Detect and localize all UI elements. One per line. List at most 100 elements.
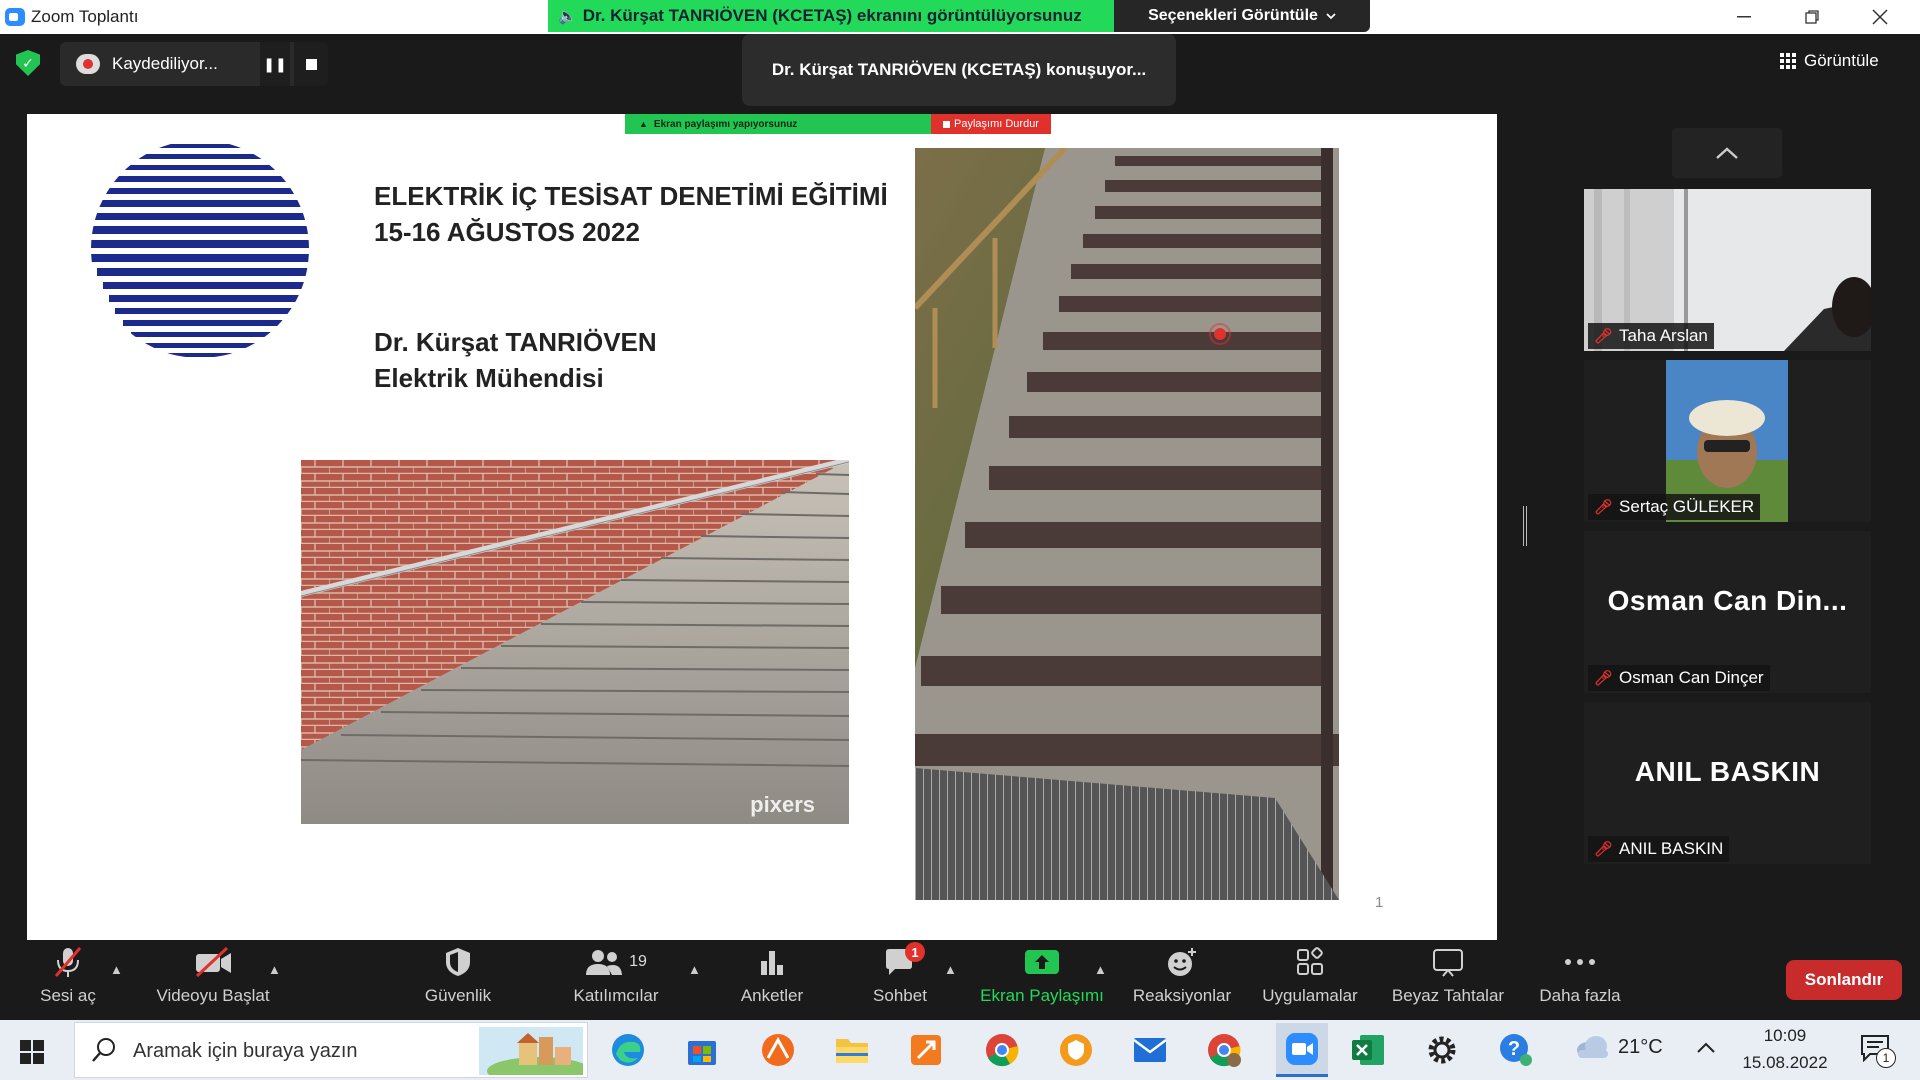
more-label: Daha fazla — [1539, 986, 1621, 1005]
search-highlight-illustration — [479, 1027, 583, 1075]
start-button[interactable] — [20, 1040, 44, 1064]
shared-screen: ▲ Ekran paylaşımı yapıyorsunuz Paylaşımı… — [27, 114, 1497, 940]
company-logo — [91, 144, 309, 357]
share-screen-icon — [1025, 950, 1059, 974]
author-name: Dr. Kürşat TANRIÖVEN — [374, 327, 657, 357]
minimize-icon — [1737, 16, 1751, 18]
author-title: Elektrik Mühendisi — [374, 363, 604, 393]
sharing-status-label: Ekran paylaşımı yapıyorsunuz — [653, 118, 798, 130]
security-button[interactable]: Güvenlik — [410, 940, 506, 1020]
chrome-profile-icon[interactable] — [1202, 1030, 1246, 1070]
viewing-share-banner: 🔈 Dr. Kürşat TANRIÖVEN (KCETAŞ) ekranını… — [548, 0, 1114, 32]
clock-date[interactable]: 15.08.2022 — [1740, 1053, 1830, 1073]
reactions-button[interactable]: Reaksiyonlar — [1126, 940, 1238, 1020]
participants-button[interactable]: 19 Katılımcılar — [566, 940, 666, 1020]
splitter-handle[interactable] — [1523, 506, 1527, 546]
tray-expand-icon[interactable] — [1696, 1040, 1716, 1059]
sharing-status: ▲ Ekran paylaşımı yapıyorsunuz — [625, 114, 931, 134]
chrome-icon[interactable] — [980, 1030, 1024, 1070]
mail-icon[interactable] — [1128, 1030, 1172, 1070]
file-explorer-icon[interactable] — [830, 1030, 874, 1070]
slide-page-number: 1 — [1375, 894, 1384, 911]
view-layout-button[interactable]: Görüntüle — [1780, 46, 1906, 76]
participant-name: ANIL BASKIN — [1619, 839, 1724, 858]
reactions-icon — [1168, 948, 1196, 976]
muted-mic-icon: 🎤︎ — [1594, 670, 1614, 687]
polls-icon — [761, 951, 783, 975]
participants-icon — [586, 950, 623, 975]
apps-button[interactable]: Uygulamalar — [1256, 940, 1364, 1020]
participant-tile[interactable]: 🎤︎ Taha Arslan — [1584, 189, 1871, 351]
chat-unread-badge: 1 — [905, 942, 925, 962]
muted-mic-icon: 🎤︎ — [1594, 499, 1614, 516]
stairs-photo-outdoor — [915, 148, 1339, 900]
muted-mic-icon: 🎤︎ — [1594, 841, 1614, 858]
close-button[interactable] — [1846, 0, 1914, 34]
orange-app-icon[interactable] — [756, 1030, 800, 1070]
more-dots-icon — [1565, 959, 1595, 965]
chevron-down-icon — [1326, 7, 1336, 25]
stop-recording-button[interactable] — [294, 42, 328, 86]
shield-icon — [446, 948, 470, 976]
recording-label: Kaydediliyor... — [112, 54, 218, 73]
start-video-button[interactable]: Videoyu Başlat — [148, 940, 278, 1020]
chat-options-caret[interactable]: ▲ — [944, 962, 957, 977]
pause-icon: ❚❚ — [263, 55, 287, 72]
window-title: Zoom Toplantı — [31, 7, 139, 26]
speaker-icon: 🔈 — [558, 8, 577, 25]
more-button[interactable]: Daha fazla — [1534, 940, 1626, 1020]
clock-time[interactable]: 10:09 — [1740, 1026, 1830, 1046]
participant-tile[interactable]: Osman Can Din... 🎤︎ Osman Can Dinçer — [1584, 531, 1871, 693]
share-screen-label: Ekran Paylaşımı — [980, 986, 1104, 1005]
participant-name: Osman Can Dinçer — [1619, 668, 1764, 687]
weather-widget[interactable]: 21°C — [1574, 1034, 1663, 1060]
weather-temp: 21°C — [1618, 1035, 1663, 1058]
video-off-icon — [195, 947, 231, 977]
muted-mic-icon: 🎤︎ — [1594, 328, 1614, 345]
participant-name: Taha Arslan — [1619, 326, 1708, 345]
video-options-caret[interactable]: ▲ — [268, 962, 281, 977]
notification-center-button[interactable]: 1 — [1860, 1034, 1900, 1070]
stop-share-button[interactable]: Paylaşımı Durdur — [931, 114, 1051, 134]
pause-recording-button[interactable]: ❚❚ — [260, 42, 290, 86]
restore-button[interactable] — [1778, 0, 1846, 34]
grid-icon — [1780, 53, 1796, 69]
reactions-label: Reaksiyonlar — [1132, 986, 1232, 1005]
store-app-icon[interactable] — [680, 1030, 724, 1070]
participant-name-tag: 🎤︎ ANIL BASKIN — [1588, 836, 1730, 862]
whiteboards-button[interactable]: Beyaz Tahtalar — [1386, 940, 1510, 1020]
slide-title: ELEKTRİK İÇ TESİSAT DENETİMİ EĞİTİMİ 15-… — [374, 178, 888, 250]
zoom-taskbar-icon[interactable] — [1276, 1023, 1328, 1077]
polls-label: Anketler — [740, 986, 804, 1005]
participant-name-tag: 🎤︎ Osman Can Dinçer — [1588, 665, 1770, 691]
cloud-icon — [1577, 1036, 1608, 1058]
gallery-scroll-up-button[interactable] — [1672, 128, 1782, 178]
end-meeting-button[interactable]: Sonlandır — [1786, 960, 1902, 1000]
vpn-app-icon[interactable] — [1054, 1030, 1098, 1070]
unmute-button[interactable]: Sesi aç — [30, 940, 106, 1020]
excel-icon[interactable] — [1346, 1030, 1390, 1070]
settings-gear-icon[interactable] — [1420, 1030, 1464, 1070]
taskbar-search[interactable]: Aramak için buraya yazın — [74, 1022, 588, 1078]
share-screen-button[interactable]: Ekran Paylaşımı — [976, 940, 1108, 1020]
view-options-button[interactable]: Seçenekleri Görüntüle — [1114, 0, 1370, 32]
participants-options-caret[interactable]: ▲ — [688, 962, 701, 977]
zoom-app-icon — [5, 8, 25, 26]
participants-label: Katılımcılar — [573, 986, 659, 1005]
share-options-caret[interactable]: ▲ — [1094, 962, 1107, 977]
slide-title-line1: ELEKTRİK İÇ TESİSAT DENETİMİ EĞİTİMİ — [374, 181, 888, 211]
svg-text:?: ? — [1508, 1038, 1520, 1060]
minimize-button[interactable] — [1710, 0, 1778, 34]
chat-button[interactable]: 1 Sohbet — [862, 940, 938, 1020]
search-placeholder: Aramak için buraya yazın — [133, 1040, 358, 1062]
participant-tile[interactable]: ANIL BASKIN 🎤︎ ANIL BASKIN — [1584, 702, 1871, 864]
polls-button[interactable]: Anketler — [732, 940, 812, 1020]
edge-app-icon[interactable] — [606, 1030, 650, 1070]
chevron-up-icon — [1716, 147, 1738, 159]
security-shield-icon[interactable]: ✓ — [16, 50, 40, 76]
audio-options-caret[interactable]: ▲ — [110, 962, 123, 977]
windows-taskbar: Aramak için buraya yazın ? 21°C 10:09 15… — [0, 1020, 1920, 1080]
participant-tile[interactable]: 🎤︎ Sertaç GÜLEKER — [1584, 360, 1871, 522]
orange-tool-icon[interactable] — [904, 1030, 948, 1070]
help-icon[interactable]: ? — [1494, 1030, 1538, 1070]
